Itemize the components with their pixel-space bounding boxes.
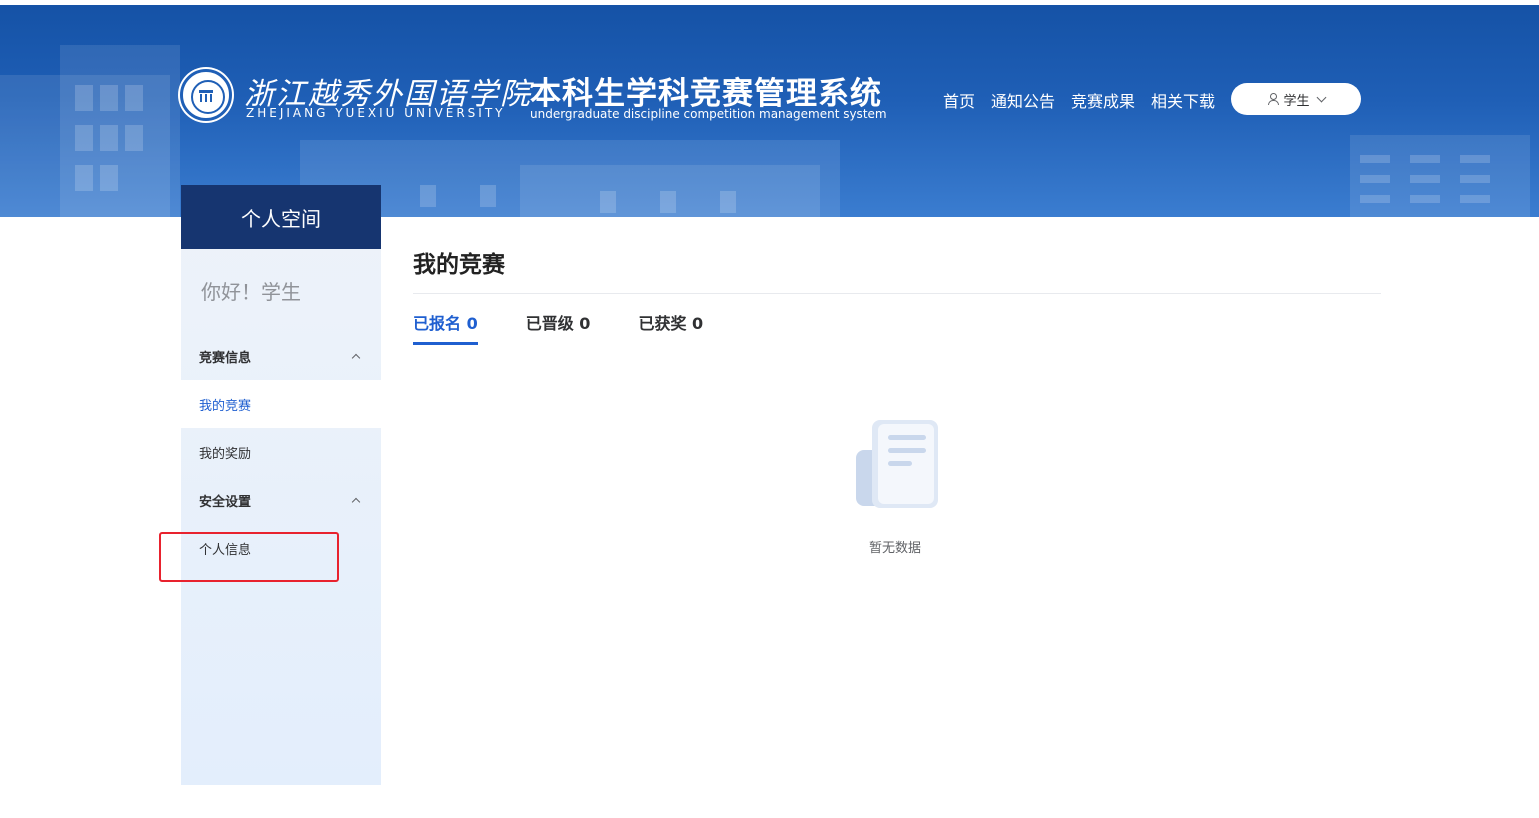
highlight-annotation (159, 532, 339, 582)
nav-downloads[interactable]: 相关下载 (1151, 88, 1215, 112)
sidebar: 个人空间 你好！学生 竞赛信息 我的竞赛 我的奖励 安全设置 个人信息 (181, 185, 381, 785)
window-decoration (600, 191, 616, 213)
tab-registered[interactable]: 已报名 0 (413, 310, 478, 345)
top-nav: 首页 通知公告 竞赛成果 相关下载 (943, 88, 1215, 112)
menu-group-label: 竞赛信息 (199, 350, 252, 366)
window-decoration (1360, 195, 1390, 203)
window-decoration (75, 165, 93, 191)
nav-achievements[interactable]: 竞赛成果 (1071, 88, 1135, 112)
window-decoration (1460, 175, 1490, 183)
system-name-en: undergraduate discipline competition man… (530, 107, 887, 121)
sidebar-item-my-awards[interactable]: 我的奖励 (181, 428, 381, 476)
seal-pillar (205, 94, 207, 102)
user-menu-button[interactable]: 学生 (1231, 83, 1361, 115)
user-icon (1267, 93, 1280, 105)
window-decoration (1360, 155, 1390, 163)
window-decoration (125, 125, 143, 151)
chevron-up-icon (351, 497, 361, 506)
seal-pillar (200, 94, 202, 102)
window-decoration (1460, 195, 1490, 203)
page-title: 我的竞赛 (413, 252, 505, 278)
window-decoration (100, 165, 118, 191)
menu-group-label: 安全设置 (199, 494, 252, 510)
window-decoration (1360, 175, 1390, 183)
greeting: 你好！学生 (201, 280, 301, 304)
school-name-en: ZHEJIANG YUEXIU UNIVERSITY (246, 106, 506, 120)
window-decoration (1410, 195, 1440, 203)
window-decoration (420, 185, 436, 207)
window-decoration (75, 125, 93, 151)
window-decoration (100, 85, 118, 111)
window-decoration (480, 185, 496, 207)
sidebar-title: 个人空间 (181, 185, 381, 249)
divider (413, 293, 1381, 294)
sidebar-item-my-competitions[interactable]: 我的竞赛 (181, 380, 381, 428)
window-decoration (1460, 155, 1490, 163)
seal-ring (191, 80, 225, 114)
sidebar-item-label: 我的竞赛 (199, 398, 252, 414)
empty-state-text: 暂无数据 (869, 541, 922, 556)
tab-awarded[interactable]: 已获奖 0 (638, 310, 703, 345)
window-decoration (660, 191, 676, 213)
document-icon (856, 420, 938, 508)
window-decoration (1410, 155, 1440, 163)
window-decoration (100, 125, 118, 151)
window-decoration (125, 85, 143, 111)
menu-group-security[interactable]: 安全设置 (181, 476, 381, 524)
nav-home[interactable]: 首页 (943, 88, 975, 112)
user-name: 学生 (1283, 93, 1310, 109)
nav-notices[interactable]: 通知公告 (991, 88, 1055, 112)
window-decoration (75, 85, 93, 111)
tab-advanced[interactable]: 已晋级 0 (526, 310, 591, 345)
seal-roof (199, 90, 213, 93)
competition-tabs: 已报名 0 已晋级 0 已获奖 0 (413, 310, 703, 345)
site-logo[interactable]: 浙江越秀外国语学院 ZHEJIANG YUEXIU UNIVERSITY 本科生… (180, 63, 900, 127)
window-decoration (1410, 175, 1440, 183)
window-decoration (720, 191, 736, 213)
sidebar-item-label: 我的奖励 (199, 446, 252, 462)
menu-group-competition[interactable]: 竞赛信息 (181, 332, 381, 380)
chevron-up-icon (351, 353, 361, 362)
seal-pillar (210, 94, 212, 102)
university-seal-icon (180, 69, 232, 121)
chevron-down-icon (1316, 92, 1326, 102)
